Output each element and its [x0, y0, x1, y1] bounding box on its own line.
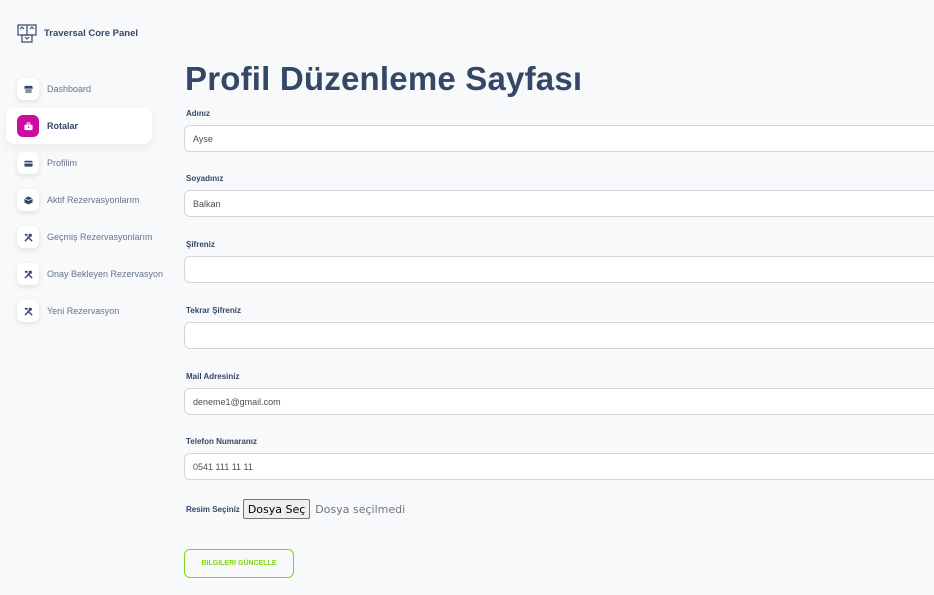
sidebar-item-label: Aktif Rezervasyonlarım [47, 195, 140, 205]
credit-card-icon [17, 152, 39, 174]
image-file-picker: Resim Seçiniz Dosya Seç Dosya seçilmedi [186, 499, 405, 519]
name-label: Adınız [186, 109, 210, 118]
briefcase-icon [17, 115, 39, 137]
sidebar-item-onay-bekleyen-rezervasyon[interactable]: Onay Bekleyen Rezervasyon [6, 256, 166, 292]
email-label: Mail Adresiniz [186, 372, 240, 381]
password-repeat-label: Tekrar Şifreniz [186, 306, 241, 315]
sidebar-item-rotalar[interactable]: Rotalar [6, 108, 152, 144]
file-status-text: Dosya seçilmedi [315, 502, 406, 516]
sidebar-item-label: Onay Bekleyen Rezervasyon [47, 269, 164, 279]
sidebar-item-label: Rotalar [47, 121, 79, 131]
tools-icon [17, 300, 39, 322]
shop-icon [17, 78, 39, 100]
phone-label: Telefon Numaranız [186, 437, 257, 446]
update-info-button[interactable]: BILGILERI GÜNCELLE [184, 549, 294, 578]
sidebar-item-yeni-rezervasyon[interactable]: Yeni Rezervasyon [6, 293, 166, 329]
sidebar-item-aktif-rezervasyonlarim[interactable]: Aktif Rezervasyonlarım [6, 182, 166, 218]
tools-icon [17, 226, 39, 248]
sidebar-item-label: Yeni Rezervasyon [47, 306, 120, 316]
name-input[interactable] [184, 125, 934, 152]
sidebar-item-label: Geçmiş Rezervasyonlarım [47, 232, 153, 242]
email-input[interactable] [184, 388, 934, 415]
surname-input[interactable] [184, 190, 934, 217]
box-icon [17, 189, 39, 211]
password-repeat-input[interactable] [184, 322, 934, 349]
sidebar-item-dashboard[interactable]: Dashboard [6, 71, 166, 107]
page-title: Profil Düzenleme Sayfası [185, 60, 583, 97]
image-file-label: Resim Seçiniz [186, 504, 240, 514]
sidebar-item-label: Dashboard [47, 84, 92, 94]
password-label: Şifreniz [186, 240, 215, 249]
phone-input[interactable] [184, 453, 934, 480]
surname-label: Soyadınız [186, 174, 224, 183]
brand-logo-icon [17, 24, 37, 43]
choose-file-button[interactable]: Dosya Seç [242, 499, 311, 519]
sidebar-item-label: Profilim [47, 158, 78, 168]
sidebar-item-gecmis-rezervasyonlarim[interactable]: Geçmiş Rezervasyonlarım [6, 219, 166, 255]
password-input[interactable] [184, 256, 934, 283]
brand[interactable]: Traversal Core Panel [17, 23, 138, 43]
tools-icon [17, 263, 39, 285]
sidebar: Dashboard Rotalar Profilim Aktif Rezerva… [6, 71, 166, 330]
sidebar-item-profilim[interactable]: Profilim [6, 145, 166, 181]
brand-name: Traversal Core Panel [44, 27, 138, 39]
